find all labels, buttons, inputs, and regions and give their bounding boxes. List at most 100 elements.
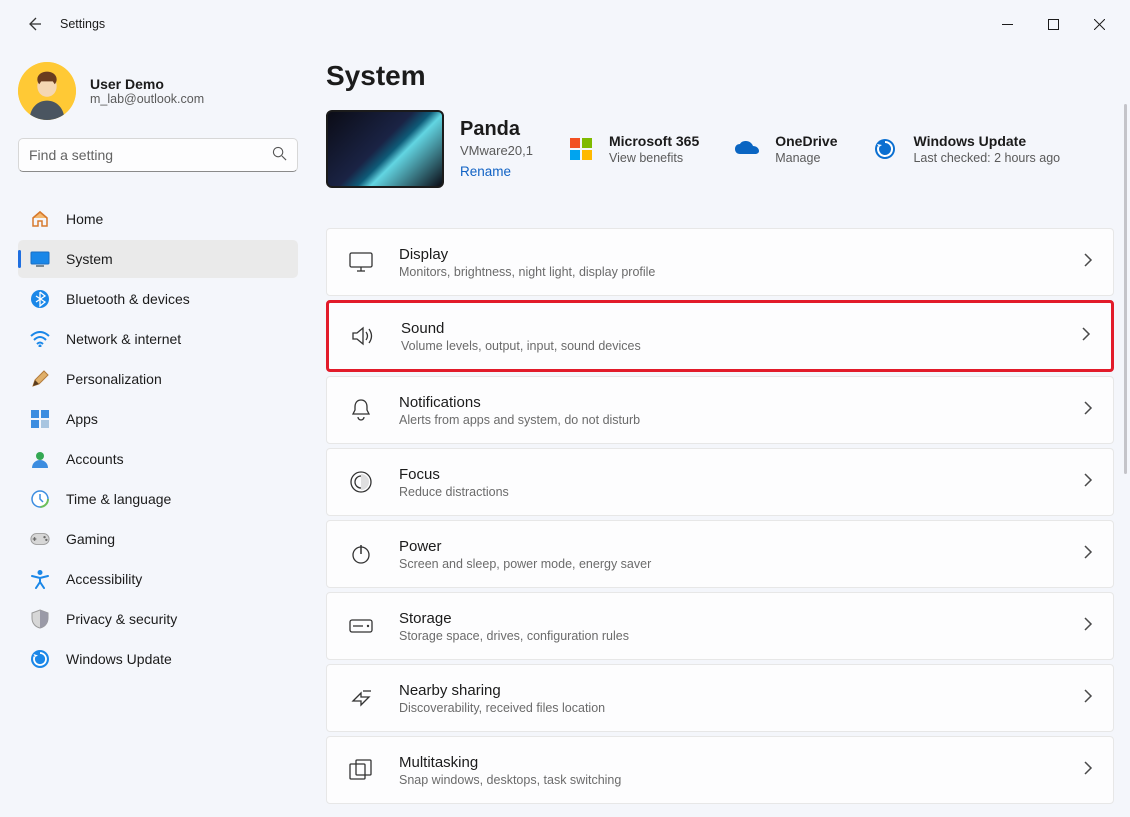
home-icon (30, 209, 50, 229)
row-title: Focus (399, 466, 509, 483)
sidebar-item-label: Network & internet (66, 331, 181, 347)
pc-block[interactable]: Panda VMware20,1 Rename (326, 110, 533, 188)
chevron-right-icon (1083, 401, 1093, 420)
multitasking-icon (347, 756, 375, 784)
profile-block[interactable]: User Demo m_lab@outlook.com (18, 62, 298, 120)
accounts-icon (30, 449, 50, 469)
rename-link[interactable]: Rename (460, 164, 511, 179)
row-subtitle: Storage space, drives, configuration rul… (399, 629, 629, 643)
sidebar-item-bluetooth[interactable]: Bluetooth & devices (18, 280, 298, 318)
sidebar-item-privacy[interactable]: Privacy & security (18, 600, 298, 638)
row-nearby[interactable]: Nearby sharing Discoverability, received … (326, 664, 1114, 732)
sound-icon (349, 322, 377, 350)
sidebar-item-update[interactable]: Windows Update (18, 640, 298, 678)
main-pane: System Panda VMware20,1 Rename (310, 48, 1130, 817)
maximize-icon (1048, 19, 1059, 30)
quick-sub: View benefits (609, 151, 699, 165)
chevron-right-icon (1083, 689, 1093, 708)
quick-sub: Manage (775, 151, 837, 165)
profile-texts: User Demo m_lab@outlook.com (90, 76, 204, 106)
sidebar-item-label: Home (66, 211, 103, 227)
sidebar: User Demo m_lab@outlook.com Find a setti… (0, 48, 310, 817)
content-area: User Demo m_lab@outlook.com Find a setti… (0, 48, 1130, 817)
sidebar-item-time[interactable]: Time & language (18, 480, 298, 518)
sidebar-item-label: Accessibility (66, 571, 142, 587)
m365-icon (567, 135, 595, 163)
sidebar-item-label: Apps (66, 411, 98, 427)
row-subtitle: Discoverability, received files location (399, 701, 605, 715)
row-power[interactable]: PowerScreen and sleep, power mode, energ… (326, 520, 1114, 588)
chevron-right-icon (1083, 473, 1093, 492)
sidebar-item-apps[interactable]: Apps (18, 400, 298, 438)
pc-name: Panda (460, 118, 533, 141)
apps-icon (30, 409, 50, 429)
sidebar-item-label: Gaming (66, 531, 115, 547)
quick-sub: Last checked: 2 hours ago (913, 151, 1060, 165)
row-storage[interactable]: StorageStorage space, drives, configurat… (326, 592, 1114, 660)
profile-email: m_lab@outlook.com (90, 92, 204, 106)
close-button[interactable] (1076, 8, 1122, 40)
sidebar-item-system[interactable]: System (18, 240, 298, 278)
row-display[interactable]: DisplayMonitors, brightness, night light… (326, 228, 1114, 296)
row-title: Nearby sharing (399, 682, 605, 699)
scrollbar[interactable] (1124, 104, 1127, 474)
search-placeholder: Find a setting (29, 147, 113, 163)
sidebar-item-personalization[interactable]: Personalization (18, 360, 298, 398)
page-title: System (326, 60, 1114, 92)
display-icon (347, 248, 375, 276)
window-controls (984, 8, 1122, 40)
sidebar-item-label: Time & language (66, 491, 171, 507)
quick-title: Microsoft 365 (609, 133, 699, 149)
titlebar: Settings (0, 0, 1130, 48)
sidebar-item-label: Accounts (66, 451, 124, 467)
row-title: Multitasking (399, 754, 621, 771)
chevron-right-icon (1081, 327, 1091, 346)
sidebar-item-network[interactable]: Network & internet (18, 320, 298, 358)
row-subtitle: Snap windows, desktops, task switching (399, 773, 621, 787)
arrow-left-icon (26, 16, 42, 32)
quick-title: Windows Update (913, 133, 1060, 149)
pc-model: VMware20,1 (460, 143, 533, 158)
row-subtitle: Reduce distractions (399, 485, 509, 499)
sidebar-item-label: System (66, 251, 113, 267)
gaming-icon (30, 529, 50, 549)
pc-info: Panda VMware20,1 Rename (460, 118, 533, 181)
sidebar-item-label: Privacy & security (66, 611, 177, 627)
notifications-icon (347, 396, 375, 424)
personalization-icon (30, 369, 50, 389)
storage-icon (347, 612, 375, 640)
system-icon (30, 249, 50, 269)
quick-onedrive[interactable]: OneDrive Manage (733, 133, 837, 165)
avatar-illustration-icon (18, 62, 76, 120)
chevron-right-icon (1083, 617, 1093, 636)
close-icon (1094, 19, 1105, 30)
sidebar-item-label: Bluetooth & devices (66, 291, 190, 307)
sidebar-item-accounts[interactable]: Accounts (18, 440, 298, 478)
windows-update-icon (871, 135, 899, 163)
settings-window: Settings (0, 0, 1130, 817)
sidebar-item-gaming[interactable]: Gaming (18, 520, 298, 558)
maximize-button[interactable] (1030, 8, 1076, 40)
search-icon (272, 146, 287, 164)
row-sound[interactable]: SoundVolume levels, output, input, sound… (326, 300, 1114, 372)
search-input[interactable]: Find a setting (18, 138, 298, 172)
window-title: Settings (60, 17, 105, 31)
row-subtitle: Alerts from apps and system, do not dist… (399, 413, 640, 427)
quick-winupdate[interactable]: Windows Update Last checked: 2 hours ago (871, 133, 1060, 165)
back-button[interactable] (20, 10, 48, 38)
power-icon (347, 540, 375, 568)
row-notifications[interactable]: NotificationsAlerts from apps and system… (326, 376, 1114, 444)
row-focus[interactable]: Focus Reduce distractions (326, 448, 1114, 516)
row-title: Sound (401, 320, 641, 337)
sidebar-item-accessibility[interactable]: Accessibility (18, 560, 298, 598)
quick-m365[interactable]: Microsoft 365 View benefits (567, 133, 699, 165)
minimize-button[interactable] (984, 8, 1030, 40)
sidebar-item-home[interactable]: Home (18, 200, 298, 238)
avatar (18, 62, 76, 120)
header-cards: Panda VMware20,1 Rename (326, 110, 1114, 188)
row-title: Power (399, 538, 651, 555)
bluetooth-icon (30, 289, 50, 309)
privacy-icon (30, 609, 50, 629)
chevron-right-icon (1083, 545, 1093, 564)
row-multitasking[interactable]: Multitasking Snap windows, desktops, task… (326, 736, 1114, 804)
